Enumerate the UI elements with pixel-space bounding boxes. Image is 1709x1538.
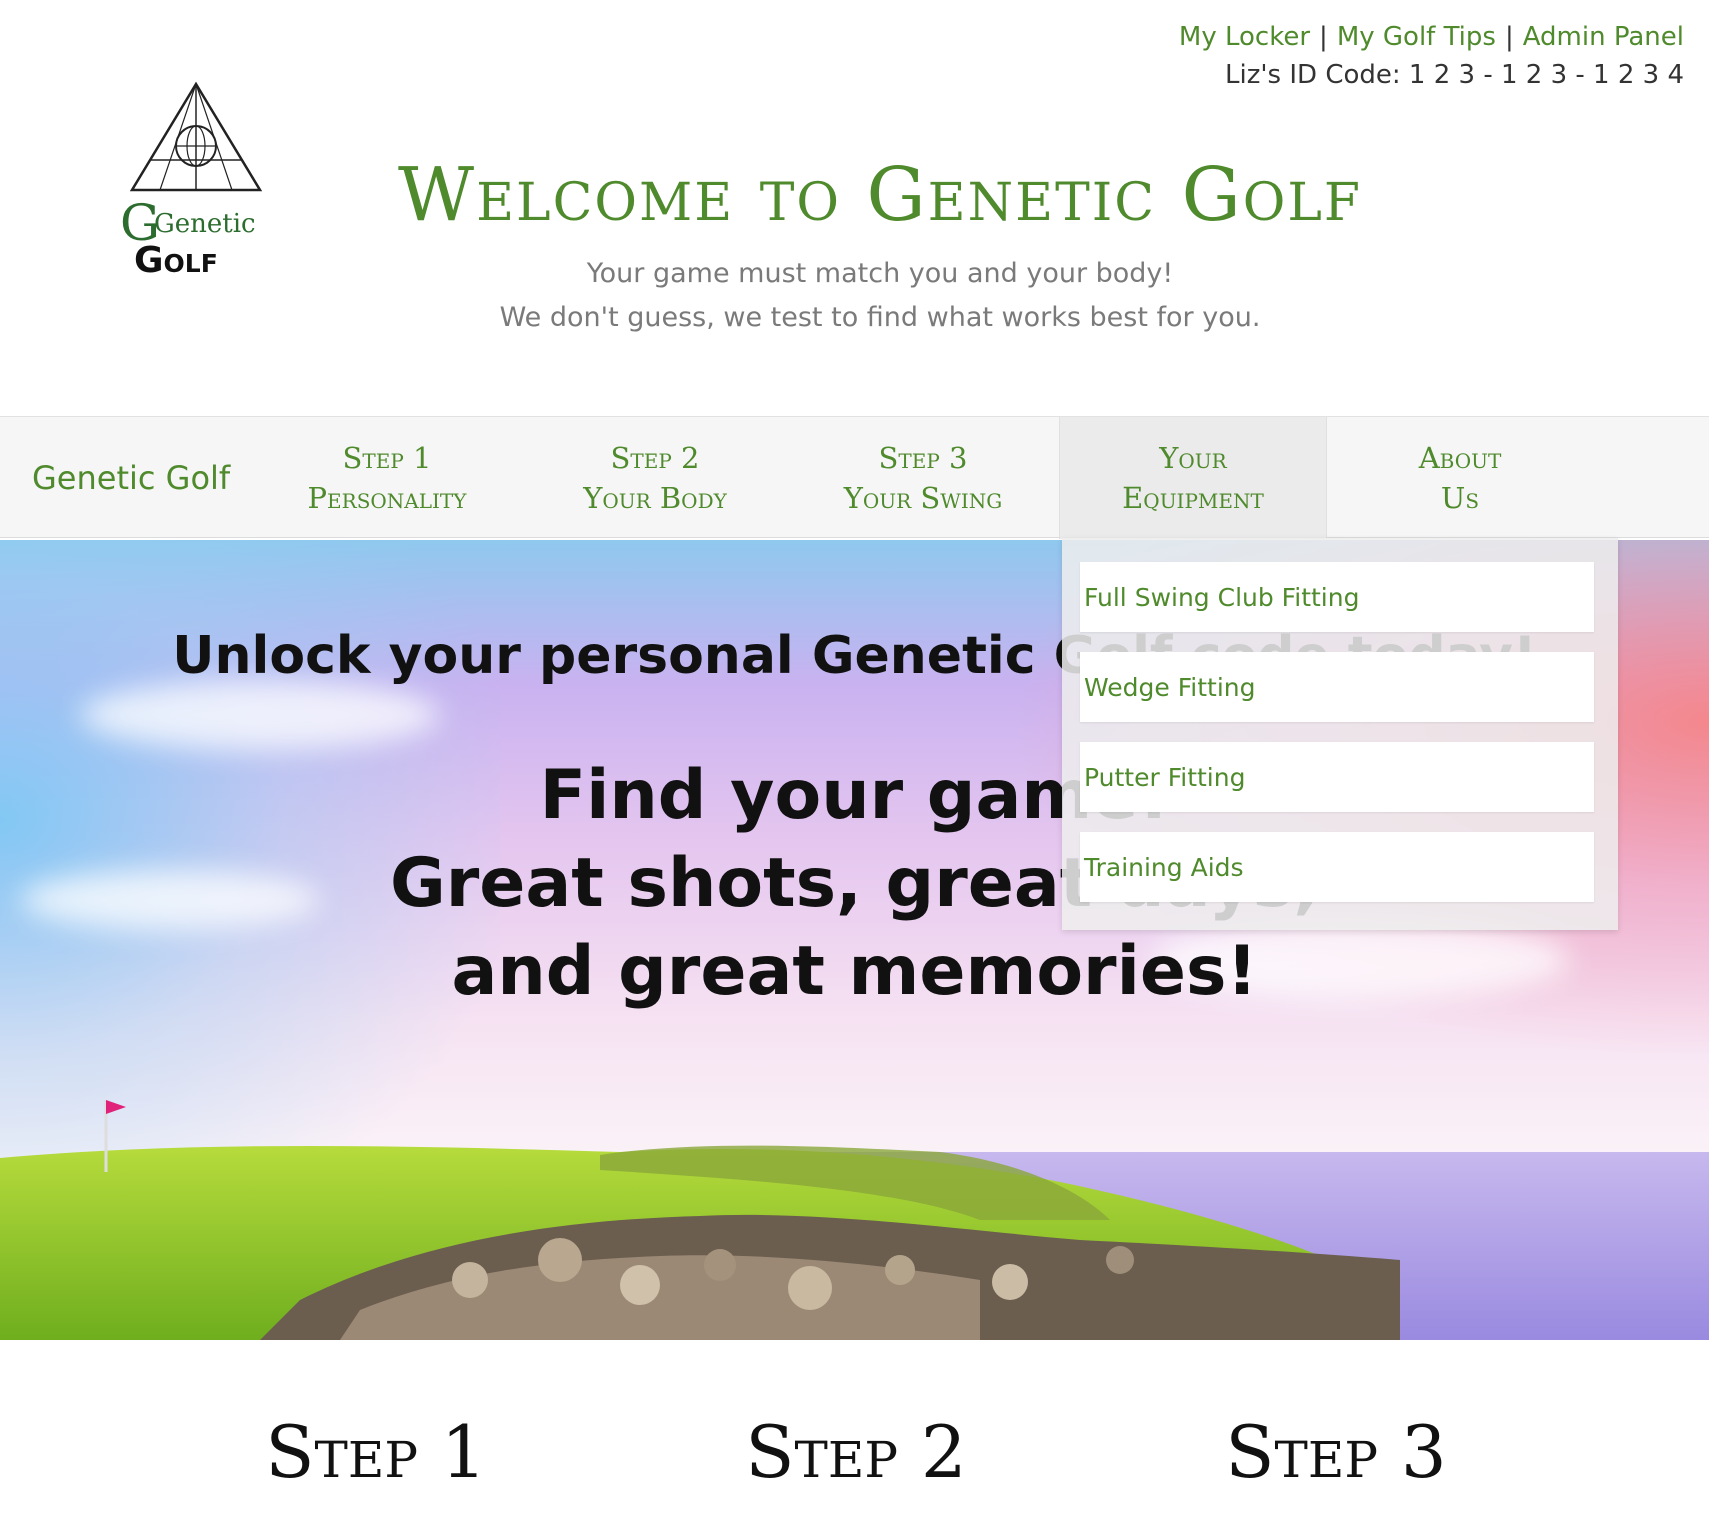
nav-item-line1: Your [1159, 441, 1227, 475]
nav-item-line2: Us [1440, 481, 1480, 515]
nav-item-line2: Equipment [1122, 481, 1264, 515]
link-separator: | [1504, 22, 1514, 52]
nav-item-line2: Personality [307, 481, 467, 515]
admin-panel-link[interactable]: Admin Panel [1523, 22, 1684, 52]
navbar-brand[interactable]: Genetic Golf [32, 417, 230, 539]
menu-item-putter-fitting[interactable]: Putter Fitting [1080, 742, 1594, 812]
step-1-heading: Step 1 [265, 1410, 487, 1494]
menu-item-full-swing-club-fitting[interactable]: Full Swing Club Fitting [1080, 562, 1594, 632]
step-3-heading: Step 3 [1225, 1410, 1447, 1494]
nav-item-line1: Step 3 [878, 441, 968, 475]
nav-item-line2: Your Body [583, 481, 727, 515]
nav-item-line1: Step 2 [610, 441, 700, 475]
nav-item-line1: About [1418, 441, 1502, 475]
nav-item-step-3-your-swing[interactable]: Step 3 Your Swing [789, 417, 1057, 539]
my-golf-tips-link[interactable]: My Golf Tips [1337, 22, 1496, 52]
tagline-line-2: We don't guess, we test to find what wor… [499, 302, 1261, 333]
nav-item-step-2-your-body[interactable]: Step 2 Your Body [521, 417, 789, 539]
steps-section: Step 1 Step 2 Step 3 [0, 1410, 1709, 1530]
my-locker-link[interactable]: My Locker [1179, 22, 1310, 52]
nav-item-line2: Your Swing [843, 481, 1003, 515]
page-title: Welcome to Genetic Golf [398, 152, 1362, 238]
link-separator: | [1319, 22, 1328, 52]
menu-item-wedge-fitting[interactable]: Wedge Fitting [1080, 652, 1594, 722]
step-2-heading: Step 2 [745, 1410, 967, 1494]
nav-item-your-equipment[interactable]: Your Equipment [1059, 417, 1327, 539]
nav-item-step-1-personality[interactable]: Step 1 Personality [253, 417, 521, 539]
id-code: Liz's ID Code: 1 2 3 - 1 2 3 - 1 2 3 4 [1225, 60, 1684, 90]
nav-item-about-us[interactable]: About Us [1326, 417, 1594, 539]
tagline-line-1: Your game must match you and your body! [586, 258, 1174, 289]
utility-links: My Locker | My Golf Tips | Admin Panel Liz's… [1179, 18, 1684, 94]
nav-item-line1: Step 1 [342, 441, 432, 475]
main-navbar: Genetic Golf Step 1 Personality Step 2 Y… [0, 416, 1709, 539]
equipment-dropdown-menu: Full Swing Club Fitting Wedge Fitting Pu… [1062, 538, 1618, 930]
hero-line: and great memories! [451, 932, 1258, 1011]
utility-links-row: My Locker | My Golf Tips | Admin Panel [1179, 18, 1684, 56]
menu-item-training-aids[interactable]: Training Aids [1080, 832, 1594, 902]
